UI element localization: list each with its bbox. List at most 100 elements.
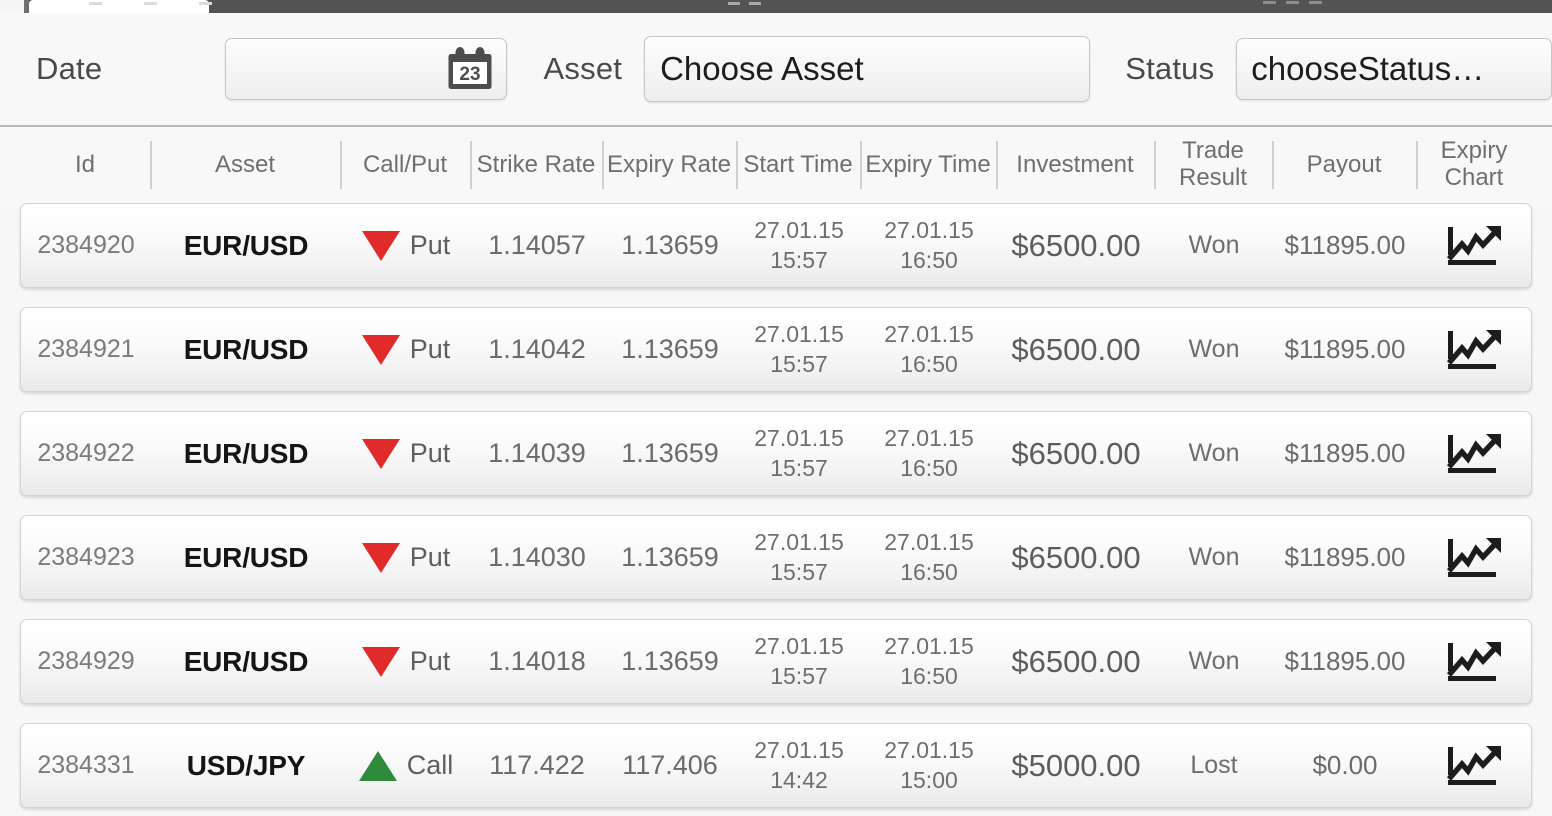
cell-expiry-chart[interactable] (1417, 724, 1533, 807)
cell-expiry-time: 27.01.15 16:50 (861, 308, 997, 391)
browser-chrome-bar (0, 0, 1552, 13)
cell-asset: EUR/USD (151, 308, 341, 391)
table-row[interactable]: 2384921 EUR/USD Put 1.14042 1.13659 27.01.15 1… (20, 307, 1532, 392)
status-select[interactable]: chooseStatus… (1236, 38, 1552, 100)
expiry-time-value: 16:50 (900, 558, 958, 585)
direction-label: Put (409, 334, 451, 364)
cell-expiry-rate: 1.13659 (603, 204, 737, 287)
investment-value: $5000.00 (1011, 747, 1141, 783)
expiry-rate-value: 1.13659 (621, 334, 719, 364)
column-header-expiry-rate[interactable]: Expiry Rate (602, 127, 736, 203)
payout-value: $11895.00 (1284, 334, 1406, 364)
cell-expiry-time: 27.01.15 16:50 (861, 412, 997, 495)
svg-text:23: 23 (459, 64, 480, 85)
line-chart-icon[interactable] (1444, 639, 1506, 685)
column-header-investment[interactable]: Investment (996, 127, 1154, 203)
cell-direction: Put (341, 620, 471, 703)
cell-expiry-time: 27.01.15 15:00 (861, 724, 997, 807)
strike-rate-value: 1.14057 (488, 230, 586, 260)
cell-direction: Put (341, 412, 471, 495)
table-row[interactable]: 2384922 EUR/USD Put 1.14039 1.13659 27.01.15 1… (20, 411, 1532, 496)
expiry-time-value: 15:00 (900, 766, 958, 793)
cell-strike-rate: 1.14057 (471, 204, 603, 287)
payout-value: $11895.00 (1284, 542, 1406, 572)
direction-label: Put (409, 542, 451, 572)
direction-label: Put (409, 646, 451, 676)
start-time-value: 15:57 (770, 558, 828, 585)
start-date-value: 27.01.15 (754, 737, 844, 764)
line-chart-icon[interactable] (1444, 431, 1506, 477)
trade-history-page: Date 23 Asset Choose Asset Status choose… (0, 0, 1552, 816)
cell-expiry-chart[interactable] (1417, 516, 1533, 599)
table-row[interactable]: 2384920 EUR/USD Put 1.14057 1.13659 27.01.15 1… (20, 203, 1532, 288)
cell-expiry-chart[interactable] (1417, 412, 1533, 495)
strike-rate-value: 1.14030 (488, 542, 586, 572)
column-header-asset[interactable]: Asset (150, 127, 340, 203)
table-row[interactable]: 2384929 EUR/USD Put 1.14018 1.13659 27.01.15 1… (20, 619, 1532, 704)
trade-id: 2384922 (37, 439, 135, 467)
cell-strike-rate: 1.14018 (471, 620, 603, 703)
column-header-expiry[interactable]: Expiry Time (860, 127, 996, 203)
strike-rate-value: 1.14039 (488, 438, 586, 468)
calendar-icon[interactable]: 23 (447, 47, 493, 91)
expiry-time-value: 16:50 (900, 662, 958, 689)
trade-id: 2384923 (37, 543, 135, 571)
trade-rows-list[interactable]: 2384920 EUR/USD Put 1.14057 1.13659 27.01.15 1… (0, 203, 1552, 816)
column-header-dir[interactable]: Call/Put (340, 127, 470, 203)
column-header-strike-rate[interactable]: Strike Rate (470, 127, 602, 203)
line-chart-icon[interactable] (1444, 223, 1506, 269)
strike-rate-value: 117.422 (489, 750, 585, 780)
cell-direction: Put (341, 308, 471, 391)
row-spacer (0, 288, 1552, 307)
column-header-payout[interactable]: Payout (1272, 127, 1416, 203)
start-time-value: 15:57 (770, 662, 828, 689)
cell-asset: EUR/USD (151, 516, 341, 599)
cell-payout: $11895.00 (1273, 308, 1417, 391)
expiry-date-value: 27.01.15 (884, 321, 974, 348)
line-chart-icon[interactable] (1444, 327, 1506, 373)
column-header-id[interactable]: Id (20, 127, 150, 203)
strike-rate-value: 1.14018 (488, 646, 586, 676)
cell-asset: EUR/USD (151, 412, 341, 495)
line-chart-icon[interactable] (1444, 535, 1506, 581)
browser-tab-active[interactable] (29, 0, 212, 13)
table-row[interactable]: 2384923 EUR/USD Put 1.14030 1.13659 27.01.15 1… (20, 515, 1532, 600)
cell-expiry-chart[interactable] (1417, 620, 1533, 703)
cell-expiry-rate: 1.13659 (603, 412, 737, 495)
cell-investment: $6500.00 (997, 204, 1155, 287)
payout-value: $0.00 (1312, 750, 1378, 780)
triangle-down-icon (361, 542, 400, 573)
investment-value: $6500.00 (1011, 539, 1141, 575)
column-header-start[interactable]: Start Time (736, 127, 860, 203)
cell-expiry-chart[interactable] (1417, 308, 1533, 391)
cell-investment: $6500.00 (997, 620, 1155, 703)
cell-start-time: 27.01.15 15:57 (737, 204, 861, 287)
cell-investment: $6500.00 (997, 308, 1155, 391)
triangle-up-icon (358, 750, 397, 781)
direction-label: Put (409, 438, 451, 468)
cell-payout: $11895.00 (1273, 620, 1417, 703)
table-row[interactable]: 2384331 USD/JPY Call 117.422 117.406 27.01.15… (20, 723, 1532, 808)
column-header-trade-result[interactable]: Trade Result (1169, 127, 1257, 203)
table-header-row: Id Asset Call/Put Strike Rate Expiry Rate Sta… (0, 127, 1552, 203)
triangle-down-icon (361, 334, 400, 365)
column-header-chart[interactable]: Expiry Chart (1431, 127, 1517, 203)
expiry-rate-value: 1.13659 (621, 438, 719, 468)
cell-trade-result: Lost (1155, 724, 1273, 807)
investment-value: $6500.00 (1011, 435, 1141, 471)
expiry-time-value: 16:50 (900, 350, 958, 377)
date-input[interactable]: 23 (225, 38, 507, 100)
cell-expiry-chart[interactable] (1417, 204, 1533, 287)
trade-result-value: Won (1188, 231, 1240, 259)
status-filter-label: Status (1125, 51, 1215, 86)
asset-select[interactable]: Choose Asset (644, 36, 1091, 102)
line-chart-icon[interactable] (1444, 743, 1506, 789)
cell-expiry-rate: 1.13659 (603, 308, 737, 391)
triangle-down-icon (361, 646, 400, 677)
cell-direction: Put (341, 204, 471, 287)
triangle-down-icon (361, 230, 400, 261)
cell-payout: $0.00 (1273, 724, 1417, 807)
trade-result-value: Won (1188, 647, 1240, 675)
cell-expiry-time: 27.01.15 16:50 (861, 620, 997, 703)
cell-start-time: 27.01.15 15:57 (737, 308, 861, 391)
